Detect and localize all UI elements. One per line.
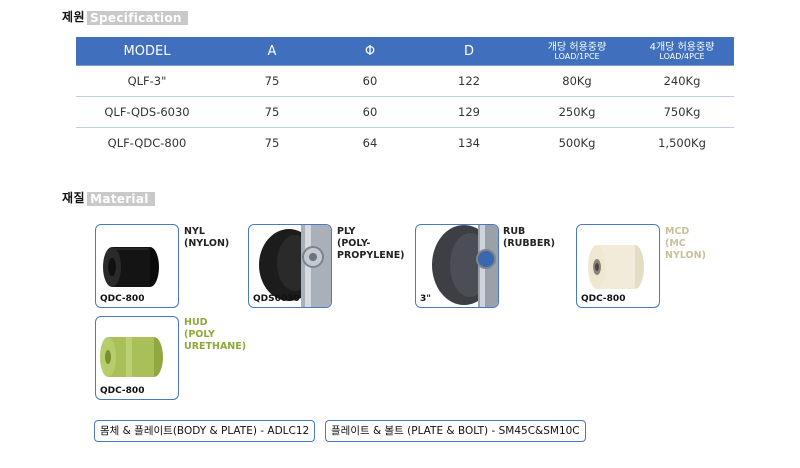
header-d: D bbox=[414, 37, 524, 66]
table-row: QLF-QDS-6030 75 60 129 250Kg 750Kg bbox=[76, 96, 734, 128]
material-urethane-image: QDC-800 bbox=[95, 316, 179, 400]
header-load-4pce: 4개당 허용중량 LOAD/4PCE bbox=[630, 37, 734, 66]
cell-load-4pce: 240Kg bbox=[630, 65, 734, 97]
material-code: QDS6030 bbox=[253, 294, 300, 304]
spec-section-title: 제원 Specification bbox=[62, 8, 188, 25]
spec-title-korean: 제원 bbox=[62, 10, 86, 24]
cell-phi: 60 bbox=[326, 65, 414, 97]
material-mcnylon-image: QDC-800 bbox=[576, 224, 660, 308]
table-row: QLF-QDC-800 75 64 134 500Kg 1,500Kg bbox=[76, 128, 734, 159]
spec-table: MODEL A Φ D 개당 허용중량 LOAD/1PCE 4개당 허용중량 L… bbox=[76, 37, 734, 158]
cell-load-1pce: 500Kg bbox=[558, 136, 596, 150]
header-model: MODEL bbox=[76, 37, 218, 66]
material-rubber-image: 3" bbox=[415, 224, 499, 308]
material-poly-image: QDS6030 bbox=[248, 224, 332, 308]
cell-phi: 60 bbox=[326, 96, 414, 128]
header-phi: Φ bbox=[326, 37, 414, 66]
spec-title-english: Specification bbox=[87, 11, 188, 25]
cell-model: QLF-QDC-800 bbox=[107, 136, 187, 150]
material-label-rubber: RUB (RUBBER) bbox=[503, 226, 555, 249]
material-label-nylon: NYL (NYLON) bbox=[184, 226, 230, 249]
table-row: QLF-3" 75 60 122 80Kg 240Kg bbox=[76, 65, 734, 97]
cell-d: 122 bbox=[414, 65, 524, 97]
cell-d: 134 bbox=[458, 136, 480, 150]
material-label-mcnylon: MCD (MC NYLON) bbox=[665, 226, 706, 261]
cell-a: 75 bbox=[218, 96, 326, 128]
cell-load-1pce: 250Kg bbox=[524, 96, 630, 128]
cell-load-4pce: 1,500Kg bbox=[658, 136, 706, 150]
note-plate-bolt: 플레이트 & 볼트 (PLATE & BOLT) - SM45C&SM10C bbox=[325, 420, 586, 442]
cell-load-4pce: 750Kg bbox=[630, 96, 734, 128]
material-code: QDC-800 bbox=[100, 386, 145, 396]
material-code: 3" bbox=[420, 294, 431, 304]
header-a: A bbox=[218, 37, 326, 66]
cell-model: QLF-QDS-6030 bbox=[76, 96, 218, 128]
material-code: QDC-800 bbox=[581, 294, 626, 304]
cell-load-1pce: 80Kg bbox=[524, 65, 630, 97]
material-title-english: Material bbox=[87, 192, 155, 206]
cell-phi: 64 bbox=[362, 136, 378, 150]
material-label-urethane: HUD (POLY URETHANE) bbox=[184, 317, 247, 352]
cell-model: QLF-3" bbox=[76, 65, 218, 97]
header-load-1pce: 개당 허용중량 LOAD/1PCE bbox=[524, 37, 630, 66]
note-body-plate: 몸체 & 플레이트(BODY & PLATE) - ADLC12 bbox=[94, 420, 316, 442]
cell-d: 129 bbox=[414, 96, 524, 128]
material-title-korean: 재질 bbox=[62, 191, 86, 205]
material-nylon-image: QDC-800 bbox=[95, 224, 179, 308]
material-section-title: 재질 Material bbox=[62, 189, 155, 206]
spec-header-row: MODEL A Φ D 개당 허용중량 LOAD/1PCE 4개당 허용중량 L… bbox=[76, 37, 734, 66]
material-label-poly: PLY (POLY- PROPYLENE) bbox=[337, 226, 405, 261]
material-code: QDC-800 bbox=[100, 294, 145, 304]
cell-a: 75 bbox=[264, 136, 280, 150]
cell-a: 75 bbox=[218, 65, 326, 97]
